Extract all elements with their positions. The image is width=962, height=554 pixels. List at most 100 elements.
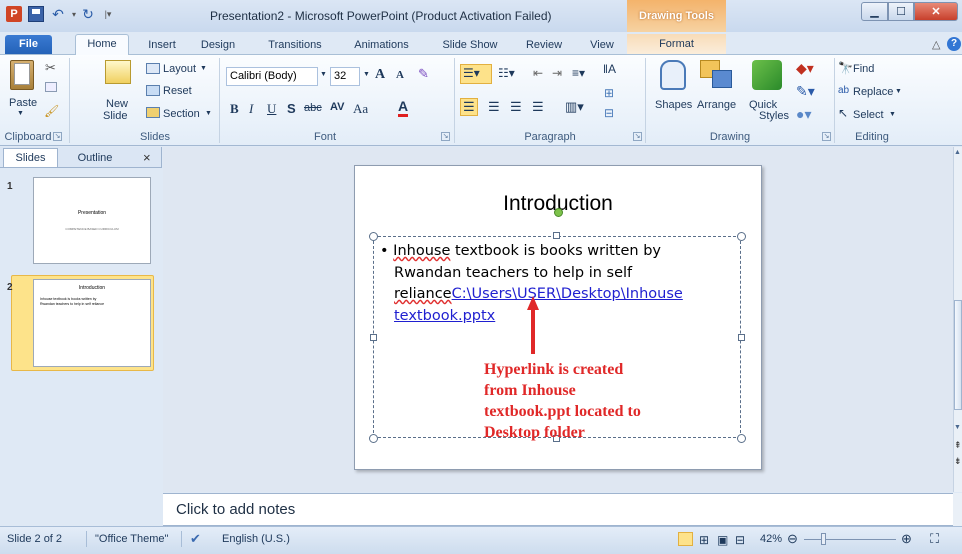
spell-check-icon[interactable]: ✔ — [190, 531, 201, 547]
redo-icon[interactable]: ↻ — [80, 6, 96, 22]
scroll-thumb[interactable] — [954, 300, 962, 410]
layout-icon[interactable] — [146, 63, 160, 74]
slide-thumbnail-1[interactable] — [33, 177, 151, 264]
zoom-out-icon[interactable]: ⊖ — [787, 531, 798, 547]
slide-show-icon[interactable]: ⊟ — [735, 533, 745, 547]
resize-handle[interactable] — [553, 232, 560, 239]
italic-button[interactable]: I — [249, 101, 253, 117]
underline-button[interactable]: U — [267, 101, 276, 117]
font-launcher-icon[interactable]: ↘ — [441, 132, 450, 141]
find-button[interactable]: Find — [853, 63, 874, 75]
tab-insert[interactable]: Insert — [140, 36, 184, 54]
close-button[interactable]: ✕ — [914, 2, 958, 21]
cut-icon[interactable]: ✂ — [45, 60, 56, 76]
maximize-button[interactable]: ☐ — [888, 2, 914, 21]
align-text-icon[interactable]: ⊞ — [604, 86, 614, 100]
tab-slide-show[interactable]: Slide Show — [433, 36, 507, 54]
change-case-button[interactable]: Aa — [353, 101, 368, 117]
decrease-indent-icon[interactable]: ⇤ — [533, 66, 543, 80]
replace-button[interactable]: Replace — [853, 86, 893, 98]
replace-icon[interactable]: ab — [838, 85, 849, 96]
grow-font-button[interactable]: A — [375, 67, 385, 83]
shape-fill-icon[interactable]: ◆▾ — [796, 60, 814, 77]
font-color-button[interactable]: A — [398, 98, 409, 117]
select-dropdown-icon[interactable]: ▼ — [889, 111, 896, 118]
slide-body-text[interactable]: • Inhouse textbook is books written by R… — [380, 241, 735, 327]
new-slide-label-2[interactable]: Slide — [103, 110, 127, 122]
columns-icon[interactable]: ▥▾ — [565, 99, 584, 115]
minimize-ribbon-icon[interactable]: △ — [932, 38, 940, 51]
section-icon[interactable] — [146, 107, 160, 118]
tab-home[interactable]: Home — [75, 34, 129, 55]
new-slide-icon[interactable] — [105, 60, 131, 84]
hyperlink-part-2[interactable]: textbook.pptx — [394, 308, 495, 324]
paragraph-launcher-icon[interactable]: ↘ — [633, 132, 642, 141]
font-size-combobox[interactable]: 32 — [330, 67, 360, 86]
clipboard-launcher-icon[interactable]: ↘ — [53, 132, 62, 141]
save-icon[interactable] — [28, 6, 44, 22]
notes-scrollbar[interactable] — [953, 493, 962, 526]
tab-outline-pane[interactable]: Outline — [70, 150, 120, 167]
drawing-launcher-icon[interactable]: ↘ — [822, 132, 831, 141]
find-icon[interactable]: 🔭 — [838, 61, 853, 75]
section-dropdown-icon[interactable]: ▼ — [205, 110, 212, 117]
layout-button[interactable]: Layout — [163, 63, 196, 75]
normal-view-icon[interactable] — [678, 532, 693, 546]
tab-format[interactable]: Format — [627, 34, 726, 54]
zoom-level[interactable]: 42% — [760, 533, 782, 545]
quick-styles-label-2[interactable]: Styles — [759, 110, 789, 122]
previous-slide-icon[interactable]: ⇞ — [954, 440, 962, 451]
resize-handle[interactable] — [737, 232, 746, 241]
font-name-dropdown-icon[interactable]: ▼ — [320, 71, 327, 78]
shape-effects-icon[interactable]: ●▾ — [796, 106, 811, 123]
section-button[interactable]: Section — [163, 108, 200, 120]
quick-styles-icon[interactable] — [752, 60, 782, 90]
hyperlink-part-1[interactable]: C:\Users\USER\Desktop\Inhouse — [452, 286, 683, 302]
new-slide-label-1[interactable]: New — [106, 98, 128, 110]
tab-design[interactable]: Design — [196, 36, 240, 54]
tab-view[interactable]: View — [584, 36, 620, 54]
select-button[interactable]: Select — [853, 109, 884, 121]
undo-icon[interactable]: ↶ — [50, 6, 66, 22]
customize-qat-icon[interactable]: |▾ — [100, 6, 116, 22]
reset-icon[interactable] — [146, 85, 160, 96]
shrink-font-button[interactable]: A — [396, 69, 404, 81]
close-pane-icon[interactable]: × — [143, 150, 151, 165]
reading-view-icon[interactable]: ▣ — [717, 533, 728, 547]
center-icon[interactable]: ☰ — [488, 99, 500, 115]
tab-transitions[interactable]: Transitions — [257, 36, 333, 54]
next-slide-icon[interactable]: ⇟ — [954, 456, 962, 467]
notes-placeholder[interactable]: Click to add notes — [176, 501, 295, 518]
format-painter-icon[interactable]: 🖌 — [44, 104, 59, 118]
scroll-down-icon[interactable]: ▼ — [954, 424, 961, 431]
shapes-button[interactable]: Shapes — [655, 99, 692, 111]
resize-handle[interactable] — [369, 434, 378, 443]
smartart-icon[interactable]: ⊟ — [604, 106, 614, 120]
replace-dropdown-icon[interactable]: ▼ — [895, 88, 902, 95]
help-icon[interactable]: ? — [947, 37, 961, 51]
shadow-button[interactable]: S — [287, 101, 296, 116]
copy-icon[interactable] — [45, 82, 57, 92]
clear-formatting-icon[interactable]: ✎ — [418, 66, 429, 82]
theme-name[interactable]: "Office Theme" — [95, 533, 168, 545]
line-spacing-icon[interactable]: ≡▾ — [572, 66, 585, 80]
slide-thumbnail-2[interactable] — [33, 279, 151, 367]
tab-animations[interactable]: Animations — [344, 36, 419, 54]
scroll-up-icon[interactable]: ▲ — [954, 149, 961, 156]
arrange-button[interactable]: Arrange — [697, 99, 736, 111]
resize-handle[interactable] — [738, 334, 745, 341]
fit-to-window-icon[interactable]: ⛶ — [930, 531, 939, 547]
arrange-icon[interactable] — [712, 70, 732, 88]
character-spacing-button[interactable]: AV — [330, 101, 344, 113]
zoom-slider-thumb[interactable] — [821, 533, 826, 545]
shapes-icon[interactable] — [660, 60, 686, 90]
tab-slides-pane[interactable]: Slides — [3, 148, 58, 167]
increase-indent-icon[interactable]: ⇥ — [552, 66, 562, 80]
slide-sorter-icon[interactable]: ⊞ — [699, 533, 709, 547]
tab-file[interactable]: File — [5, 35, 52, 54]
resize-handle[interactable] — [370, 334, 377, 341]
minimize-button[interactable]: ▁ — [861, 2, 888, 21]
font-size-dropdown-icon[interactable]: ▼ — [363, 71, 370, 78]
resize-handle[interactable] — [369, 232, 378, 241]
slide-indicator[interactable]: Slide 2 of 2 — [7, 533, 62, 545]
